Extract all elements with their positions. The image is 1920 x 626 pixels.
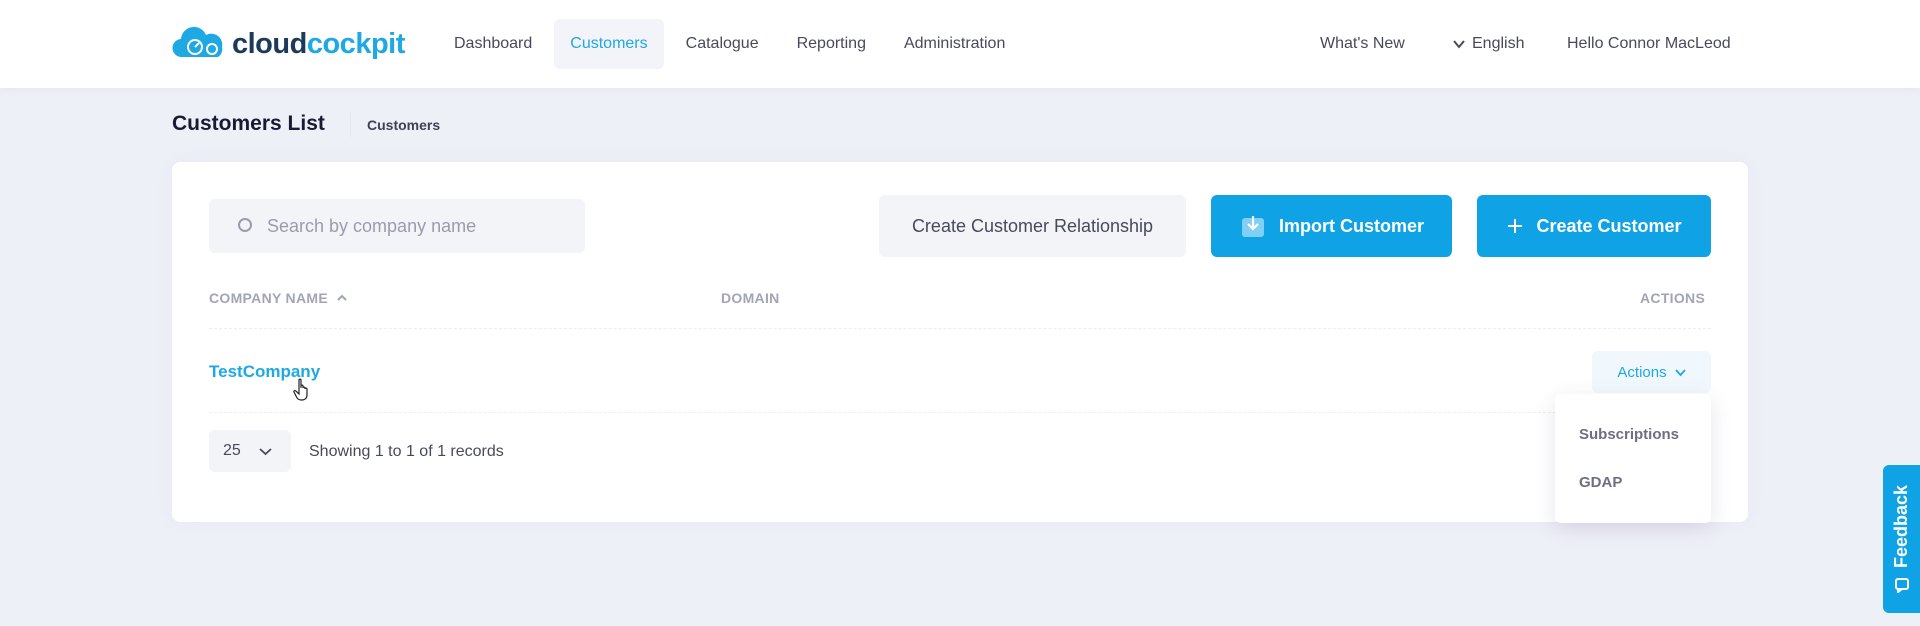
create-customer-button[interactable]: Create Customer [1477,195,1711,257]
actions-menu: Subscriptions GDAP [1555,394,1711,523]
sort-up-icon [337,294,347,301]
logo-icon [172,27,223,58]
chevron-down-icon [1674,368,1686,376]
customers-card: Create Customer Relationship Import Cust… [172,162,1748,522]
create-customer-label: Create Customer [1536,215,1682,236]
nav-administration[interactable]: Administration [888,19,1021,69]
table-divider [209,328,1711,329]
menu-item-gdap[interactable]: GDAP [1579,474,1622,491]
import-customer-label: Import Customer [1278,215,1424,236]
feedback-icon [1894,577,1909,593]
breadcrumb[interactable]: Customers [367,117,440,133]
page-size-select[interactable]: 25 [209,430,291,472]
search-box[interactable] [209,199,585,253]
feedback-label: Feedback [1891,485,1911,569]
hand-cursor-icon [293,378,308,401]
user-greeting[interactable]: Hello Connor MacLeod [1567,0,1731,88]
whats-new-link[interactable]: What's New [1320,0,1405,88]
column-header-actions: ACTIONS [1640,290,1706,306]
import-customer-button[interactable]: Import Customer [1211,195,1452,257]
logo-text-cockpit: cockpit [306,27,406,60]
chevron-down-icon [259,447,272,455]
feedback-tab[interactable]: Feedback [1883,465,1920,613]
records-summary: Showing 1 to 1 of 1 records [309,443,504,460]
nav-dashboard[interactable]: Dashboard [438,19,548,69]
search-icon [238,218,252,232]
table-divider [209,412,1711,413]
title-divider [350,113,351,137]
column-header-company[interactable]: COMPANY NAME [209,290,348,306]
column-header-domain: DOMAIN [721,290,780,306]
page-size-value: 25 [223,442,241,459]
chevron-down-icon [1453,40,1465,49]
column-header-company-label: COMPANY NAME [209,290,328,306]
search-input[interactable] [267,215,557,237]
page-title: Customers List [172,112,325,135]
language-label: English [1472,35,1525,52]
nav-reporting[interactable]: Reporting [781,19,882,69]
nav-catalogue[interactable]: Catalogue [670,19,775,69]
top-navbar: cloudcockpit Dashboard Customers Catalog… [0,0,1920,88]
nav-customers[interactable]: Customers [554,19,664,69]
main-nav: Dashboard Customers Catalogue Reporting … [438,19,1021,69]
logo-text-cloud: cloud [232,27,307,60]
menu-item-subscriptions[interactable]: Subscriptions [1579,426,1679,443]
actions-dropdown-button[interactable]: Actions [1592,351,1711,393]
create-relationship-button[interactable]: Create Customer Relationship [879,195,1186,257]
actions-label: Actions [1617,363,1667,381]
logo[interactable]: cloudcockpit [172,26,405,62]
import-icon [1241,216,1264,237]
plus-icon [1508,219,1523,233]
language-selector[interactable]: English [1452,0,1524,88]
